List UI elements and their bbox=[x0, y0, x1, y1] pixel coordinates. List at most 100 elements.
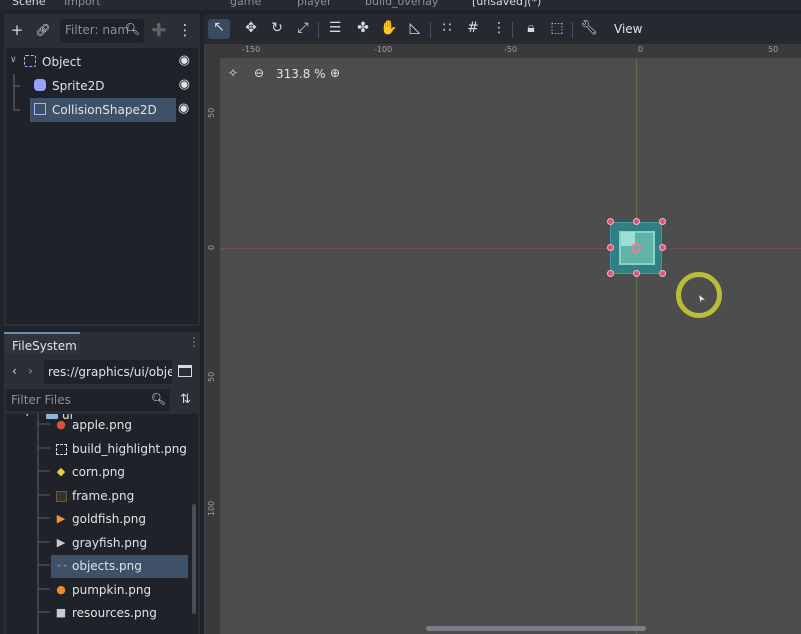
file-name: pumpkin.png bbox=[72, 583, 152, 597]
zoom-in-icon[interactable]: ⊕ bbox=[330, 66, 340, 80]
top-tab-strip: Scene Import game player build_overlay [… bbox=[0, 0, 801, 10]
sort-icon[interactable]: ⇅ bbox=[180, 392, 191, 407]
editor-tab-build-overlay[interactable]: build_overlay bbox=[365, 0, 438, 8]
file-row[interactable]: ◆ corn.png bbox=[6, 461, 188, 484]
select-tool-icon[interactable]: ↖ bbox=[208, 19, 230, 39]
highlight-icon bbox=[56, 444, 67, 455]
editor-tab-unsaved[interactable]: [unsaved](*) bbox=[472, 0, 541, 8]
file-row-selected[interactable]: - - objects.png bbox=[51, 555, 188, 578]
file-row[interactable]: ● apple.png bbox=[6, 414, 188, 437]
visibility-eye-icon[interactable]: ◉ bbox=[178, 101, 189, 116]
grayfish-icon: ▶ bbox=[56, 536, 66, 549]
more-options-icon[interactable]: ⋮ bbox=[176, 22, 194, 38]
snap-options-icon[interactable]: ⋮ bbox=[490, 20, 508, 36]
zoom-level-label[interactable]: 313.8 % bbox=[276, 67, 326, 81]
instance-scene-icon[interactable]: ➕ bbox=[150, 22, 168, 38]
scene-filter-placeholder: Filter: nam bbox=[65, 23, 130, 37]
editor-tab-game[interactable]: game bbox=[230, 0, 261, 8]
filesystem-filter-input[interactable]: Filter Files 🔍︎ bbox=[6, 389, 170, 411]
more-options-icon[interactable]: ⋮ bbox=[188, 335, 200, 349]
tab-filesystem[interactable]: FileSystem bbox=[4, 332, 80, 354]
file-name: corn.png bbox=[72, 465, 125, 479]
node2d-icon bbox=[24, 55, 36, 67]
corn-icon: ◆ bbox=[56, 465, 66, 478]
ruler-top: -150 -100 -50 0 50 bbox=[206, 44, 801, 58]
file-row[interactable]: build_highlight.png bbox=[6, 438, 188, 461]
toolbar-separator bbox=[318, 22, 319, 38]
split-view-icon[interactable] bbox=[178, 365, 192, 377]
resize-handle[interactable] bbox=[607, 244, 614, 251]
resize-handle[interactable] bbox=[633, 218, 640, 225]
scene-node-sprite2d[interactable]: Sprite2D ◉ bbox=[6, 74, 196, 98]
resize-handle[interactable] bbox=[659, 270, 666, 277]
group-icon[interactable]: ⬚ bbox=[548, 20, 566, 36]
sprite2d-icon bbox=[34, 79, 46, 91]
apple-icon: ● bbox=[56, 418, 66, 431]
file-name: objects.png bbox=[72, 559, 142, 573]
file-row[interactable]: ■ resources.png bbox=[6, 602, 188, 625]
ruler-left: 50 0 50 100 bbox=[206, 58, 220, 634]
forward-icon[interactable]: › bbox=[28, 364, 33, 378]
y-axis-line bbox=[636, 58, 637, 634]
list-select-icon[interactable]: ☰ bbox=[326, 20, 344, 36]
ruler-tool-icon[interactable]: ◺ bbox=[406, 20, 424, 36]
resize-handle[interactable] bbox=[633, 270, 640, 277]
visibility-eye-icon[interactable]: ◉ bbox=[179, 53, 190, 68]
scene-node-object[interactable]: ∨ Object ◉ bbox=[6, 50, 196, 74]
smart-snap-icon[interactable]: ∷ bbox=[438, 20, 456, 36]
ruler-label: -150 bbox=[242, 45, 261, 54]
resize-handle[interactable] bbox=[659, 218, 666, 225]
visibility-eye-icon[interactable]: ◉ bbox=[179, 77, 190, 92]
tab-import[interactable]: Import bbox=[64, 0, 101, 8]
filesystem-dock: FileSystem ⋮ ‹ › res://graphics/ui/obje … bbox=[4, 332, 200, 634]
file-name: goldfish.png bbox=[72, 512, 146, 526]
ruler-label: 50 bbox=[768, 45, 779, 54]
lock-icon[interactable]: 🔒︎ bbox=[522, 20, 540, 36]
view-menu[interactable]: View bbox=[614, 22, 642, 36]
objects-icon: - - bbox=[57, 561, 67, 571]
bone-tool-icon[interactable]: 🔧︎ bbox=[580, 20, 598, 36]
center-view-icon[interactable]: ✧ bbox=[228, 66, 238, 80]
ruler-label: 50 bbox=[207, 107, 216, 118]
scale-tool-icon[interactable]: ⤢ bbox=[294, 20, 312, 36]
file-row[interactable]: ● pumpkin.png bbox=[6, 579, 188, 602]
filesystem-scrollbar[interactable] bbox=[192, 504, 196, 614]
zoom-out-icon[interactable]: ⊖ bbox=[254, 66, 264, 80]
pivot-point-icon[interactable] bbox=[631, 243, 641, 253]
resize-handle[interactable] bbox=[607, 218, 614, 225]
ruler-label: 0 bbox=[207, 244, 216, 250]
link-icon[interactable]: 🔗︎ bbox=[34, 22, 52, 38]
file-row[interactable]: frame.png bbox=[6, 485, 188, 508]
move-tool-icon[interactable]: ✥ bbox=[242, 20, 260, 36]
horizontal-scrollbar[interactable] bbox=[426, 626, 646, 631]
file-name: apple.png bbox=[72, 418, 132, 432]
resize-handle[interactable] bbox=[659, 244, 666, 251]
viewport-toolbar: ↖ ✥ ↻ ⤢ ☰ ✤ ✋ ◺ ∷ # ⋮ 🔒︎ ⬚ 🔧︎ View bbox=[204, 14, 801, 44]
add-node-icon[interactable]: + bbox=[8, 22, 26, 38]
ruler-label: 100 bbox=[207, 500, 216, 516]
scene-filter-input[interactable]: Filter: nam 🔍︎ bbox=[60, 19, 144, 43]
scene-dock: + 🔗︎ Filter: nam 🔍︎ ➕ ⋮ ∨ Object ◉ Sprit… bbox=[4, 14, 200, 326]
tab-scene[interactable]: Scene bbox=[12, 0, 46, 8]
frame-icon bbox=[56, 491, 67, 502]
back-icon[interactable]: ‹ bbox=[12, 364, 17, 378]
file-name: build_highlight.png bbox=[72, 442, 187, 456]
resize-handle[interactable] bbox=[607, 270, 614, 277]
canvas-viewport[interactable]: -150 -100 -50 0 50 50 0 50 100 ✧ ⊖ 313.8… bbox=[204, 44, 801, 634]
chevron-down-icon[interactable]: ∨ bbox=[10, 55, 17, 65]
filesystem-path-field[interactable]: res://graphics/ui/obje bbox=[44, 360, 172, 384]
toolbar-separator bbox=[512, 22, 513, 38]
file-row[interactable]: ▶ goldfish.png bbox=[6, 508, 188, 531]
rotate-tool-icon[interactable]: ↻ bbox=[268, 20, 286, 36]
toolbar-separator bbox=[430, 22, 431, 38]
goldfish-icon: ▶ bbox=[56, 512, 66, 525]
file-name: frame.png bbox=[72, 489, 135, 503]
scene-node-label: CollisionShape2D bbox=[52, 103, 157, 117]
file-row[interactable]: ▶ grayfish.png bbox=[6, 532, 188, 555]
scene-node-collisionshape2d[interactable]: CollisionShape2D bbox=[30, 98, 176, 122]
file-name: resources.png bbox=[72, 606, 157, 620]
grid-snap-icon[interactable]: # bbox=[464, 20, 482, 36]
pan-tool-icon[interactable]: ✋ bbox=[380, 20, 398, 36]
pivot-tool-icon[interactable]: ✤ bbox=[354, 20, 372, 36]
editor-tab-player[interactable]: player bbox=[297, 0, 332, 8]
